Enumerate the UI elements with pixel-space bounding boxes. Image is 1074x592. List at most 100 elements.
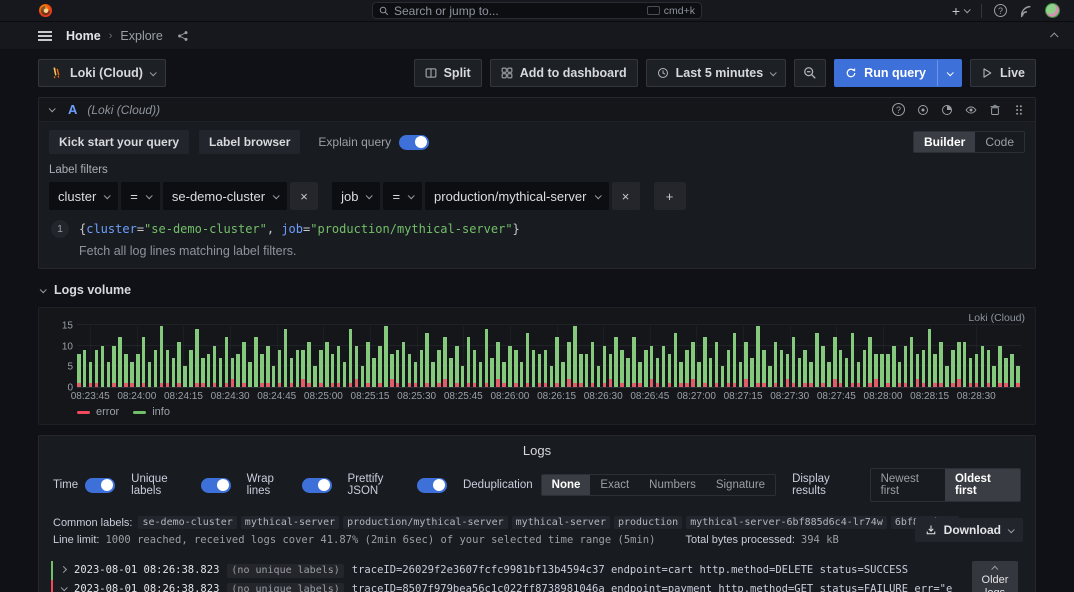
volume-bar — [284, 329, 288, 387]
volume-bar — [632, 337, 636, 387]
logs-volume-plot[interactable] — [77, 326, 1021, 388]
volume-bar — [248, 362, 252, 387]
filter-operator-select[interactable]: = — [121, 182, 160, 210]
x-tick-label: 08:24:15 — [164, 391, 203, 402]
query-row-header[interactable]: A (Loki (Cloud)) ? — [39, 98, 1035, 122]
volume-bar — [573, 326, 577, 387]
dedup-option-numbers[interactable]: Numbers — [639, 475, 706, 495]
remove-filter-button[interactable]: × — [612, 182, 640, 210]
search-icon — [379, 6, 389, 16]
volume-bar — [685, 350, 689, 387]
play-icon — [981, 67, 993, 79]
explain-query-toggle[interactable] — [399, 135, 429, 150]
volume-bar — [473, 350, 477, 387]
volume-bar — [402, 342, 406, 387]
run-query-button[interactable]: Run query — [834, 59, 962, 87]
volume-bar — [355, 346, 359, 387]
add-filter-button[interactable]: + — [654, 182, 686, 210]
query-history-icon[interactable] — [941, 104, 953, 116]
time-toggle[interactable] — [85, 478, 115, 493]
user-avatar[interactable] — [1045, 3, 1060, 18]
drag-handle-icon[interactable] — [1013, 104, 1025, 116]
dedup-option-none[interactable]: None — [542, 475, 591, 495]
prettify-json-toggle[interactable] — [417, 478, 447, 493]
duplicate-query-icon[interactable] — [917, 104, 929, 116]
volume-bar — [313, 366, 317, 387]
datasource-picker[interactable]: Loki (Cloud) — [38, 59, 166, 87]
volume-bar — [821, 346, 825, 387]
time-range-picker[interactable]: Last 5 minutes — [646, 59, 787, 87]
volume-bar — [172, 358, 176, 387]
log-row[interactable]: 2023-08-01 08:26:38.823 (no unique label… — [53, 580, 957, 592]
query-help-icon[interactable]: ? — [892, 103, 905, 116]
collapse-row-icon[interactable] — [61, 584, 68, 591]
add-to-dashboard-button[interactable]: Add to dashboard — [490, 59, 638, 87]
collapse-volume-icon[interactable] — [40, 286, 47, 293]
query-ref-id: A — [68, 102, 77, 117]
share-icon[interactable] — [177, 30, 189, 42]
wrap-lines-toggle[interactable] — [302, 478, 332, 493]
zoom-out-button[interactable] — [794, 59, 826, 87]
news-icon[interactable] — [1019, 4, 1033, 18]
older-logs-button[interactable]: Older logs — [972, 561, 1018, 592]
remove-query-trash-icon[interactable] — [989, 104, 1001, 116]
label-browser-button[interactable]: Label browser — [199, 130, 300, 154]
filter-operator-select[interactable]: = — [383, 182, 422, 210]
run-query-dropdown[interactable] — [937, 60, 961, 86]
volume-bar — [555, 337, 559, 387]
grafana-logo-icon[interactable] — [38, 3, 53, 18]
filter-label-select[interactable]: cluster — [49, 182, 118, 210]
log-row[interactable]: 2023-08-01 08:26:38.823 (no unique label… — [51, 561, 957, 580]
kick-start-query-button[interactable]: Kick start your query — [49, 130, 189, 154]
volume-bar — [461, 366, 465, 387]
log-message: traceID=26029f2e3607fcfc9981bf13b4594c37… — [352, 563, 957, 578]
x-tick-label: 08:23:45 — [71, 391, 110, 402]
volume-bar — [774, 342, 778, 387]
volume-bar — [803, 350, 807, 387]
volume-bar — [544, 350, 548, 387]
volume-bar — [390, 354, 394, 387]
help-icon[interactable]: ? — [994, 4, 1007, 17]
dedup-option-signature[interactable]: Signature — [706, 475, 775, 495]
log-timestamp: 2023-08-01 08:26:38.823 — [74, 563, 219, 578]
filter-label-select[interactable]: job — [332, 182, 380, 210]
legend-item-error[interactable]: error — [77, 406, 119, 418]
volume-bar — [656, 358, 660, 387]
expand-row-icon[interactable] — [60, 566, 67, 573]
volume-bar — [957, 342, 961, 387]
collapse-toolbar-icon[interactable] — [1050, 32, 1058, 40]
filter-value-select[interactable]: production/mythical-server — [425, 182, 608, 210]
menu-icon[interactable] — [38, 31, 52, 41]
expanded-log-row-wrapper: 2023-08-01 08:26:38.823 (no unique label… — [51, 580, 957, 592]
volume-bar — [674, 333, 678, 387]
volume-bar — [585, 354, 589, 387]
download-button[interactable]: Download — [915, 518, 1023, 542]
order-option-oldest[interactable]: Oldest first — [945, 469, 1020, 501]
volume-bar — [833, 337, 837, 387]
volume-bar — [490, 358, 494, 387]
volume-bar — [992, 366, 996, 387]
legend-item-info[interactable]: info — [133, 406, 170, 418]
hide-response-eye-icon[interactable] — [965, 104, 977, 116]
unique-labels-toggle[interactable] — [201, 478, 231, 493]
breadcrumb-home[interactable]: Home — [66, 29, 101, 43]
explore-toolbar: Loki (Cloud) Split Add to dashboard Last… — [38, 59, 1036, 87]
volume-bar — [331, 354, 335, 387]
log-rows-list: 2023-08-01 08:26:38.823 (no unique label… — [51, 561, 957, 592]
volume-bar — [337, 346, 341, 387]
code-mode-option[interactable]: Code — [975, 132, 1024, 152]
dedup-option-exact[interactable]: Exact — [590, 475, 639, 495]
collapse-query-icon[interactable] — [49, 105, 56, 112]
filter-value-select[interactable]: se-demo-cluster — [163, 182, 287, 210]
new-menu-button[interactable]: + — [952, 3, 969, 19]
x-tick-label: 08:27:15 — [724, 391, 763, 402]
volume-bar — [118, 337, 122, 387]
split-button[interactable]: Split — [414, 59, 482, 87]
remove-filter-button[interactable]: × — [290, 182, 318, 210]
order-option-newest[interactable]: Newest first — [871, 469, 945, 501]
common-label-chip: production — [614, 516, 682, 529]
volume-bar — [620, 350, 624, 387]
live-button[interactable]: Live — [970, 59, 1036, 87]
search-input[interactable]: Search or jump to... cmd+k — [372, 2, 702, 19]
builder-mode-option[interactable]: Builder — [914, 132, 975, 152]
